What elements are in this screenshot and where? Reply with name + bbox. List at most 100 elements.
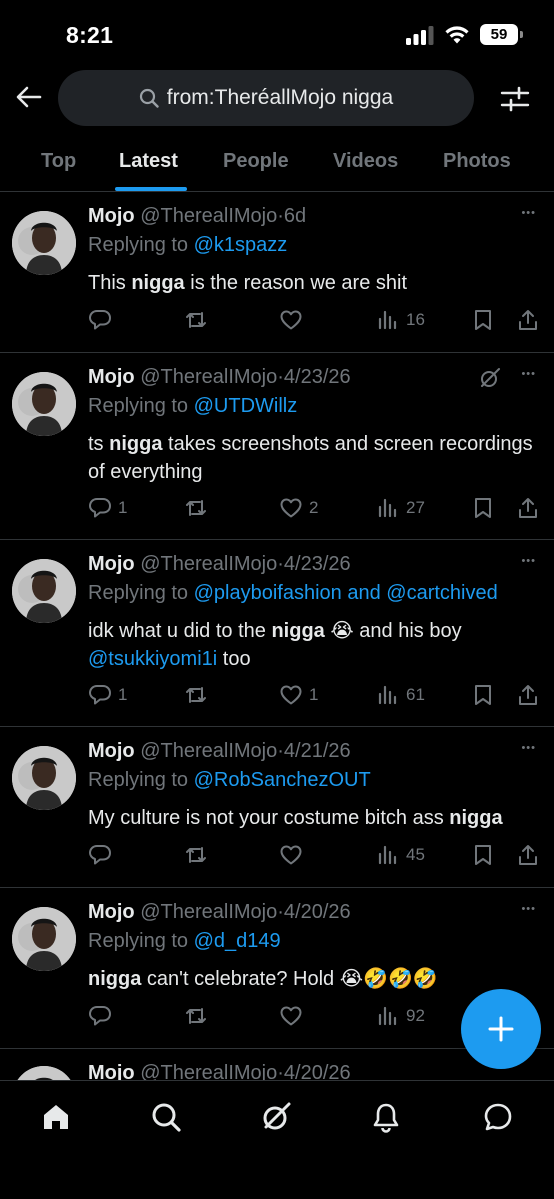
reply-button[interactable]	[88, 1004, 112, 1028]
like-button[interactable]: 1	[279, 683, 318, 707]
tweet-item[interactable]: Mojo @TherealIMojo·4/21/26 ••• Replying to…	[0, 728, 554, 888]
compose-post-button[interactable]	[461, 989, 541, 1069]
post-date[interactable]: 4/23/26	[284, 553, 351, 575]
tab-videos[interactable]: Videos	[333, 150, 398, 173]
back-button[interactable]	[12, 80, 46, 114]
replying-to-link[interactable]: @d_d149	[194, 930, 281, 952]
replying-to: Replying to @UTDWillz	[88, 395, 297, 418]
likes-count: 1	[309, 685, 319, 704]
avatar[interactable]	[12, 372, 76, 436]
nav-explore[interactable]	[146, 1097, 186, 1137]
avatar[interactable]	[12, 211, 76, 275]
views-button[interactable]: 45	[376, 843, 425, 867]
views-button[interactable]: 61	[376, 683, 425, 707]
heart-icon	[280, 1006, 302, 1026]
repost-button[interactable]	[184, 683, 208, 707]
bookmark-button[interactable]	[471, 843, 495, 867]
author-handle[interactable]: @TherealIMojo	[140, 366, 277, 388]
heart-icon	[280, 845, 302, 865]
bookmark-icon	[475, 685, 491, 705]
text-segment: This	[88, 272, 132, 294]
author-handle[interactable]: @TherealIMojo	[140, 901, 277, 923]
bookmark-button[interactable]	[471, 496, 495, 520]
post-date[interactable]: 4/21/26	[284, 740, 351, 762]
views-button[interactable]: 16	[376, 308, 425, 332]
post-date[interactable]: 4/23/26	[284, 366, 351, 388]
share-button[interactable]	[516, 308, 540, 332]
replies-count: 1	[118, 498, 128, 517]
views-count: 45	[406, 845, 425, 864]
author-name[interactable]: Mojo	[88, 205, 135, 227]
repost-button[interactable]	[184, 496, 208, 520]
tweet-header: Mojo @TherealIMojo·4/20/26	[88, 901, 351, 924]
share-button[interactable]	[516, 683, 540, 707]
reply-button[interactable]: 1	[88, 496, 127, 520]
likes-count: 2	[309, 498, 319, 517]
share-button[interactable]	[516, 496, 540, 520]
repost-button[interactable]	[184, 843, 208, 867]
views-button[interactable]: 27	[376, 496, 425, 520]
nav-notifications[interactable]	[366, 1097, 406, 1137]
tab-latest[interactable]: Latest	[119, 150, 178, 173]
like-button[interactable]	[279, 1004, 303, 1028]
post-date[interactable]: 4/20/26	[284, 901, 351, 923]
text-segment: 😭 and his boy	[324, 620, 462, 642]
tweet-item[interactable]: Mojo @TherealIMojo·6d ••• Replying to @k1s…	[0, 193, 554, 353]
search-query: from:TheréallMojo nigga	[166, 86, 394, 109]
author-handle[interactable]: @TherealIMojo	[140, 205, 277, 227]
more-options-icon[interactable]: •••	[521, 742, 536, 754]
more-options-icon[interactable]: •••	[521, 207, 536, 219]
like-button[interactable]	[279, 308, 303, 332]
author-name[interactable]: Mojo	[88, 740, 135, 762]
nav-home[interactable]	[36, 1097, 76, 1137]
views-icon	[378, 1006, 397, 1026]
repost-button[interactable]	[184, 1004, 208, 1028]
tweet-item[interactable]: Mojo @TherealIMojo·4/23/26 ••• Replying to…	[0, 354, 554, 540]
search-input[interactable]: from:TheréallMojo nigga	[58, 70, 474, 126]
like-button[interactable]	[279, 843, 303, 867]
tweet-actions: 1 2 27	[88, 496, 548, 522]
share-button[interactable]	[516, 843, 540, 867]
tab-top[interactable]: Top	[41, 150, 76, 173]
views-button[interactable]: 92	[376, 1004, 425, 1028]
more-options-icon[interactable]: •••	[521, 368, 536, 380]
reply-button[interactable]	[88, 308, 112, 332]
bookmark-button[interactable]	[471, 683, 495, 707]
views-icon	[378, 310, 397, 330]
replying-to-link[interactable]: @k1spazz	[194, 234, 288, 256]
bookmark-button[interactable]	[471, 308, 495, 332]
tweet-item[interactable]: Mojo @TherealIMojo·4/23/26 ••• Replying to…	[0, 541, 554, 727]
more-options-icon[interactable]: •••	[521, 903, 536, 915]
tab-people[interactable]: People	[223, 150, 289, 173]
avatar[interactable]	[12, 907, 76, 971]
author-name[interactable]: Mojo	[88, 901, 135, 923]
search-filter-button[interactable]	[498, 82, 532, 116]
author-handle[interactable]: @TherealIMojo	[140, 553, 277, 575]
mention-link[interactable]: @tsukkiyomi1i	[88, 648, 217, 670]
more-options-icon[interactable]: •••	[521, 555, 536, 567]
nav-grok[interactable]	[256, 1097, 296, 1137]
author-handle[interactable]: @TherealIMojo	[140, 740, 277, 762]
share-icon	[519, 845, 537, 865]
author-name[interactable]: Mojo	[88, 366, 135, 388]
text-segment: ts	[88, 433, 110, 455]
avatar[interactable]	[12, 559, 76, 623]
status-time: 8:21	[66, 22, 114, 48]
like-button[interactable]: 2	[279, 496, 318, 520]
nav-messages[interactable]	[478, 1097, 518, 1137]
reply-button[interactable]: 1	[88, 683, 127, 707]
tab-photos[interactable]: Photos	[443, 150, 511, 173]
author-name[interactable]: Mojo	[88, 553, 135, 575]
post-date[interactable]: 6d	[284, 205, 306, 227]
reply-button[interactable]	[88, 843, 112, 867]
tweet-header: Mojo @TherealIMojo·4/21/26	[88, 740, 351, 763]
grok-icon[interactable]	[478, 366, 502, 390]
chat-bubble-icon	[484, 1103, 512, 1131]
avatar[interactable]	[12, 746, 76, 810]
replying-to-link[interactable]: @UTDWillz	[194, 395, 298, 417]
repost-button[interactable]	[184, 308, 208, 332]
replying-to-link[interactable]: @playboifashion and @cartchived	[194, 582, 498, 604]
meta-separator: ·	[277, 553, 284, 575]
views-count: 92	[406, 1006, 425, 1025]
replying-to-link[interactable]: @RobSanchezOUT	[194, 769, 371, 791]
